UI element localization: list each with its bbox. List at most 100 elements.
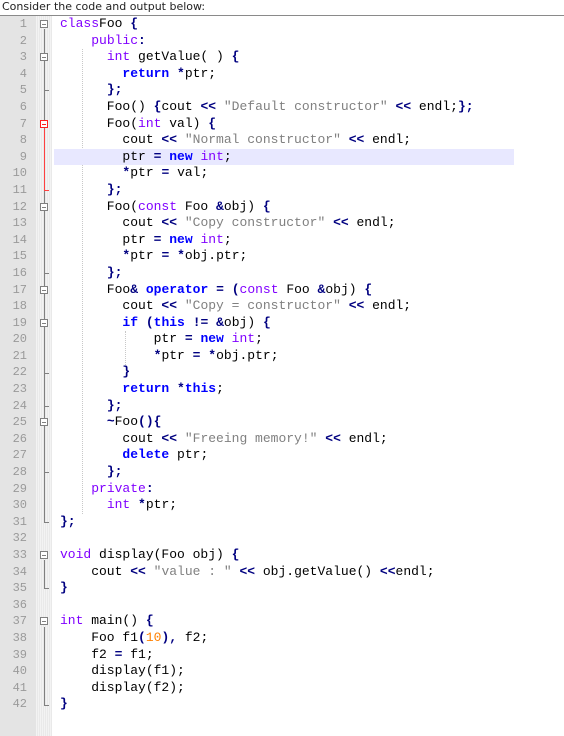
line-number: 11: [12, 182, 27, 197]
line-number: 3: [19, 50, 27, 65]
line-number: 22: [12, 365, 27, 380]
code-line[interactable]: 38 Foo f1(10), f2;: [0, 630, 564, 647]
code-line[interactable]: 41 display(f2);: [0, 680, 564, 697]
code-line[interactable]: 14 ptr = new int;: [0, 232, 564, 249]
fold-toggle-icon[interactable]: [40, 318, 48, 327]
code-line[interactable]: 37 int main() {: [0, 613, 564, 630]
code-line[interactable]: 22 }: [0, 364, 564, 381]
fold-toggle-icon[interactable]: [40, 418, 48, 427]
code-line[interactable]: 7 Foo(int val) {: [0, 116, 564, 133]
code-line[interactable]: 24 };: [0, 398, 564, 415]
code-line[interactable]: 34 cout << "value : " << obj.getValue() …: [0, 564, 564, 581]
fold-toggle-icon[interactable]: [40, 551, 48, 559]
code-line[interactable]: 10 *ptr = val;: [0, 165, 564, 182]
code-text: }: [60, 580, 68, 596]
code-line[interactable]: 6 Foo() {cout << "Default constructor" <…: [0, 99, 564, 116]
code-text: };: [106, 397, 123, 413]
code-line[interactable]: 31};: [0, 514, 564, 531]
code-editor[interactable]: 1 classFoo {2 public: 3 int getValue( ) {4…: [0, 15, 564, 736]
line-highlight: [54, 696, 514, 713]
line-number: 12: [12, 199, 27, 214]
code-line[interactable]: 28 };: [0, 464, 564, 481]
line-number: 41: [12, 680, 27, 695]
fold-toggle-icon[interactable]: [40, 119, 48, 128]
code-line[interactable]: 39 f2 = f1;: [0, 647, 564, 664]
code-text: int *ptr;: [106, 497, 178, 513]
line-number: 6: [19, 99, 27, 114]
code-text: };: [106, 464, 123, 480]
code-text: ptr = new int;: [60, 331, 263, 347]
line-number: 42: [12, 697, 27, 712]
line-number: 8: [19, 133, 27, 148]
code-line[interactable]: 17 Foo& operator = (const Foo &obj) {: [0, 282, 564, 299]
code-text: Foo& operator = (const Foo &obj) {: [60, 281, 373, 297]
code-line[interactable]: 4 return *ptr;: [0, 66, 564, 83]
code-line[interactable]: 8 cout << "Normal constructor" << endl;: [0, 132, 564, 149]
code-text: cout << "value : " << obj.getValue() <<e…: [60, 563, 435, 579]
line-number: 27: [12, 448, 27, 463]
code-text: Foo f1(10), f2;: [60, 629, 209, 645]
code-line[interactable]: 1 classFoo {: [0, 16, 564, 33]
line-number: 23: [12, 382, 27, 397]
code-line[interactable]: 19 if (this != &obj) {: [0, 315, 564, 332]
code-line[interactable]: 29 private:: [0, 481, 564, 498]
code-line[interactable]: 21 *ptr = *obj.ptr;: [0, 348, 564, 365]
code-line[interactable]: 36: [0, 597, 564, 614]
code-line[interactable]: 11 };: [0, 182, 564, 199]
code-text: delete ptr;: [122, 447, 209, 463]
line-number: 4: [19, 66, 27, 81]
code-line[interactable]: 25 ~Foo(){: [0, 414, 564, 431]
fold-toggle-icon[interactable]: [40, 617, 48, 626]
code-line[interactable]: 40 display(f1);: [0, 663, 564, 680]
code-line[interactable]: 18 cout << "Copy = constructor" << endl;: [0, 298, 564, 315]
code-text: Foo() {cout << "Default constructor" << …: [60, 98, 474, 114]
code-text: return *ptr;: [122, 65, 217, 81]
code-line[interactable]: 15 *ptr = *obj.ptr;: [0, 248, 564, 265]
line-number: 13: [12, 216, 27, 231]
code-text: if (this != &obj) {: [122, 314, 271, 330]
line-number: 5: [19, 83, 27, 98]
line-number: 25: [12, 415, 27, 430]
fold-toggle-icon[interactable]: [40, 53, 48, 62]
code-line[interactable]: 16 };: [0, 265, 564, 282]
code-line[interactable]: 2 public:: [0, 33, 564, 50]
code-text: public:: [91, 32, 146, 48]
code-line[interactable]: 13 cout << "Copy constructor" << endl;: [0, 215, 564, 232]
fold-toggle-icon[interactable]: [40, 20, 48, 28]
line-number: 29: [12, 481, 27, 496]
code-line[interactable]: 3 int getValue( ) {: [0, 49, 564, 66]
line-highlight: [54, 464, 514, 481]
code-line[interactable]: 32: [0, 530, 564, 547]
code-text: };: [106, 181, 123, 197]
code-line[interactable]: 27 delete ptr;: [0, 447, 564, 464]
code-line[interactable]: 5 };: [0, 82, 564, 99]
line-number: 39: [12, 647, 27, 662]
line-number: 28: [12, 465, 27, 480]
code-line[interactable]: 42}: [0, 696, 564, 713]
line-number: 36: [12, 597, 27, 612]
code-line[interactable]: 9 ptr = new int;: [0, 148, 564, 166]
line-number: 9: [19, 149, 27, 164]
code-line[interactable]: 12 Foo(const Foo &obj) {: [0, 199, 564, 216]
code-line[interactable]: 26 cout << "Freeing memory!" << endl;: [0, 431, 564, 448]
code-line[interactable]: 20 ptr = new int;: [0, 331, 564, 348]
code-text: ~Foo(){: [106, 414, 162, 430]
code-line[interactable]: 35}: [0, 580, 564, 597]
code-text: cout << "Copy constructor" << endl;: [60, 215, 396, 231]
fold-toggle-icon[interactable]: [40, 202, 48, 211]
code-line[interactable]: 33 void display(Foo obj) {: [0, 547, 564, 564]
code-lines: 1 classFoo {2 public: 3 int getValue( ) {4…: [0, 16, 564, 713]
code-text: Foo(const Foo &obj) {: [60, 198, 271, 214]
code-text: cout << "Freeing memory!" << endl;: [60, 430, 388, 446]
line-number: 18: [12, 299, 27, 314]
line-number: 35: [12, 581, 27, 596]
line-highlight: [54, 82, 514, 99]
code-line[interactable]: 30 int *ptr;: [0, 497, 564, 514]
code-text: int main() {: [60, 613, 154, 629]
line-number: 19: [12, 315, 27, 330]
code-text: classFoo {: [60, 16, 139, 31]
code-line[interactable]: 23 return *this;: [0, 381, 564, 398]
fold-toggle-icon[interactable]: [40, 285, 48, 294]
line-number: 33: [12, 548, 27, 562]
line-number: 38: [12, 630, 27, 645]
